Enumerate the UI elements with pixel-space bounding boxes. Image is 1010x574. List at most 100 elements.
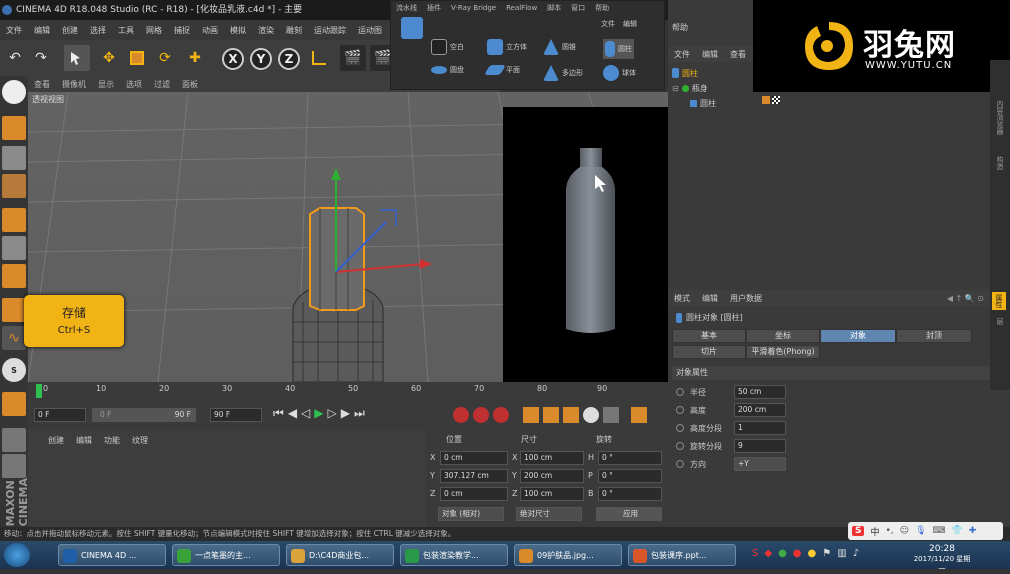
taskbar-item-ppt[interactable]: 包装课序.ppt...	[628, 544, 736, 566]
viewport-menu-view[interactable]: 查看	[28, 79, 56, 90]
edges-mode-icon[interactable]	[2, 236, 26, 260]
start-button-icon[interactable]	[4, 543, 30, 567]
previous-frame-icon[interactable]: ◁	[301, 406, 310, 421]
radius-field[interactable]: 50 cm	[734, 385, 786, 399]
ime-emoji-icon[interactable]: ☺	[900, 526, 909, 536]
attr-tab-basic[interactable]: 基本	[672, 329, 746, 343]
key-rotation-icon[interactable]	[563, 407, 579, 423]
clock[interactable]: 20:28 2017/11/20 星期一	[912, 544, 972, 574]
menu-help[interactable]: 帮助	[672, 22, 688, 33]
magnet-icon[interactable]	[2, 392, 26, 416]
object-menu-view[interactable]: 查看	[724, 49, 752, 60]
redo-icon[interactable]: ↷	[28, 45, 54, 71]
primitive-polygon[interactable]: 多边形	[543, 65, 583, 81]
viewport-menu-camera[interactable]: 摄像机	[56, 79, 92, 90]
viewport-menu-options[interactable]: 选项	[120, 79, 148, 90]
z-axis-lock-button[interactable]: Z	[278, 48, 300, 70]
side-tab-structure[interactable]: 构造	[995, 156, 1005, 170]
make-editable-icon[interactable]	[2, 80, 26, 104]
size-x-field[interactable]: 100 cm	[520, 451, 584, 465]
next-frame-icon[interactable]: ▷	[328, 406, 337, 421]
key-scale-icon[interactable]	[543, 407, 559, 423]
rotate-icon[interactable]: ⟳	[152, 45, 178, 71]
texture-mode-icon[interactable]	[2, 146, 26, 170]
model-mode-icon[interactable]	[2, 116, 26, 140]
height-segments-field[interactable]: 1	[734, 421, 786, 435]
polygons-mode-icon[interactable]	[2, 264, 26, 288]
attr-tab-coordinates[interactable]: 坐标	[746, 329, 820, 343]
side-tab-content-browser[interactable]: 内容浏览器	[995, 100, 1005, 135]
menu-tools[interactable]: 工具	[112, 25, 140, 36]
timeline-ruler[interactable]: 0 10 20 30 40 50 60 70 80 90	[28, 382, 668, 400]
object-row-cylinder[interactable]: 圆柱	[672, 66, 698, 80]
timeline-window-icon[interactable]	[631, 407, 647, 423]
play-icon[interactable]: ▶	[314, 406, 323, 421]
playhead[interactable]	[36, 384, 42, 398]
size-z-field[interactable]: 100 cm	[520, 487, 584, 501]
popup-menu-help[interactable]: 帮助	[590, 3, 614, 13]
axis-mode-icon[interactable]	[2, 298, 26, 322]
position-z-field[interactable]: 0 cm	[440, 487, 508, 501]
ime-skin-icon[interactable]: 👕	[952, 526, 963, 536]
menu-simulate[interactable]: 模拟	[224, 25, 252, 36]
ime-tools-icon[interactable]: ✚	[969, 526, 977, 536]
move-icon[interactable]: ✥	[96, 45, 122, 71]
attr-menu-mode[interactable]: 模式	[668, 293, 696, 304]
coordinate-system-icon[interactable]	[306, 45, 332, 71]
key-position-icon[interactable]	[523, 407, 539, 423]
network-icon[interactable]: ▥	[837, 548, 846, 559]
primitive-cone[interactable]: 圆锥	[543, 39, 576, 55]
x-axis-lock-button[interactable]: X	[222, 48, 244, 70]
current-frame-field[interactable]: 0 F	[34, 408, 86, 422]
taskbar-item-explorer[interactable]: D:\C4D商业包...	[286, 544, 394, 566]
menu-create[interactable]: 创建	[56, 25, 84, 36]
material-menu-edit[interactable]: 编辑	[76, 435, 92, 446]
render-view-icon[interactable]: 🎬	[340, 45, 366, 71]
attr-menu-edit[interactable]: 编辑	[696, 293, 724, 304]
material-menu-function[interactable]: 功能	[104, 435, 120, 446]
attr-tab-object[interactable]: 对象	[820, 329, 896, 343]
tray-app-icon[interactable]: ◆	[764, 548, 772, 559]
object-row-child-cylinder[interactable]: 圆柱	[690, 96, 716, 110]
animation-dot-icon[interactable]	[676, 460, 684, 468]
primitive-cube[interactable]: 立方体	[487, 39, 527, 55]
viewport-menu-display[interactable]: 显示	[92, 79, 120, 90]
attr-tab-caps[interactable]: 封顶	[896, 329, 972, 343]
menu-motion-tracking[interactable]: 运动跟踪	[308, 25, 352, 36]
taskbar-item-browser[interactable]: 一点笔墨的主...	[172, 544, 280, 566]
menu-mograph[interactable]: 运动图	[352, 25, 388, 36]
cube-toolbar-icon[interactable]	[401, 17, 423, 39]
points-mode-icon[interactable]	[2, 208, 26, 232]
taskbar-item-image[interactable]: 09护肤品.jpg...	[514, 544, 622, 566]
autokey-icon[interactable]	[473, 407, 489, 423]
add-tool-icon[interactable]: ✚	[182, 45, 208, 71]
menu-animate[interactable]: 动画	[196, 25, 224, 36]
key-pla-icon[interactable]	[603, 407, 619, 423]
popup-menu-window[interactable]: 窗口	[566, 3, 590, 13]
attr-menu-user-data[interactable]: 用户数据	[724, 293, 768, 304]
primitive-null[interactable]: 空白	[431, 39, 464, 55]
position-x-field[interactable]: 0 cm	[440, 451, 508, 465]
next-key-icon[interactable]: ▶	[341, 406, 350, 421]
rotation-p-field[interactable]: 0 °	[598, 469, 662, 483]
animation-dot-icon[interactable]	[676, 424, 684, 432]
menu-sculpt[interactable]: 雕刻	[280, 25, 308, 36]
volume-icon[interactable]: ♪	[853, 548, 859, 559]
workplane-mode-icon[interactable]	[2, 174, 26, 198]
rotation-segments-field[interactable]: 9	[734, 439, 786, 453]
primitive-cylinder[interactable]: 圆柱	[603, 39, 634, 59]
y-axis-lock-button[interactable]: Y	[250, 48, 272, 70]
phong-tag-icon[interactable]	[762, 96, 770, 104]
keyframe-selection-icon[interactable]	[493, 407, 509, 423]
height-field[interactable]: 200 cm	[734, 403, 786, 417]
rotation-h-field[interactable]: 0 °	[598, 451, 662, 465]
tray-app-icon[interactable]: ●	[808, 548, 817, 559]
ime-punctuation-icon[interactable]: •,	[886, 526, 894, 536]
animation-dot-icon[interactable]	[676, 388, 684, 396]
size-mode-dropdown[interactable]: 绝对尺寸	[516, 507, 582, 521]
menu-edit[interactable]: 编辑	[28, 25, 56, 36]
side-tab-layers[interactable]: 层	[995, 318, 1005, 325]
ime-language-toggle[interactable]: 中	[870, 525, 879, 538]
record-keys-icon[interactable]	[453, 407, 469, 423]
lock-workplane-icon[interactable]	[2, 454, 26, 478]
